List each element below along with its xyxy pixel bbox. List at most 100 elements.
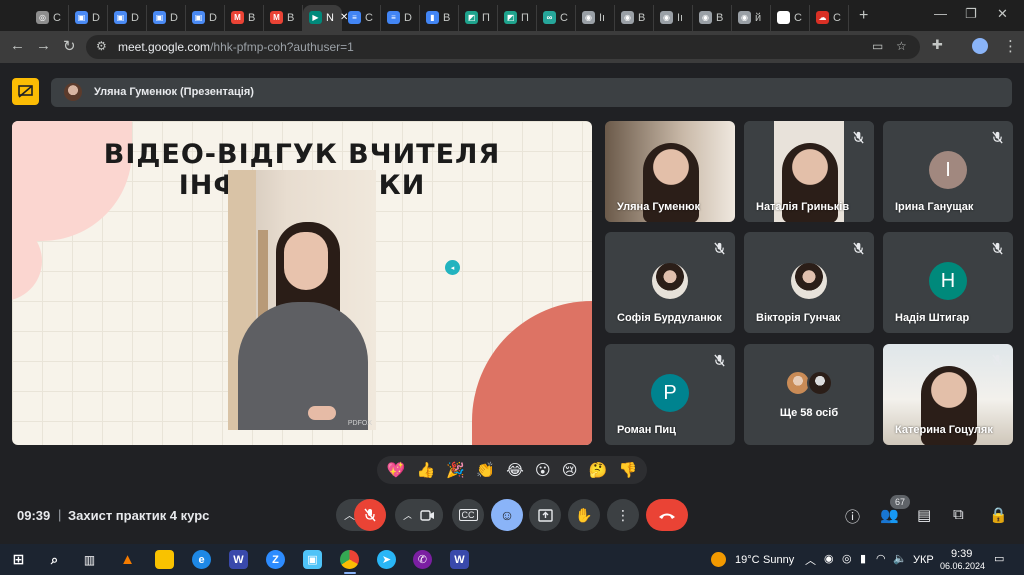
host-controls-icon[interactable]: 🔒 (989, 506, 1008, 524)
reaction-emoji[interactable]: 🎉 (446, 463, 465, 478)
participant-tile[interactable]: Вікторія Гунчак (744, 232, 874, 333)
browser-tab[interactable]: MB (225, 4, 264, 31)
tray-app-icon[interactable]: ◎ (842, 552, 852, 565)
extensions-icon[interactable]: ✚ (932, 37, 943, 53)
teams-icon[interactable]: W (450, 550, 469, 569)
photos-icon[interactable]: ▣ (303, 550, 322, 569)
browser-tab[interactable]: ▣ D (186, 4, 225, 31)
close-window-icon[interactable]: ✕ (997, 6, 1008, 22)
notifications-icon[interactable]: ▭ (994, 552, 1004, 565)
reaction-emoji[interactable]: 💖 (387, 463, 406, 478)
language-indicator[interactable]: УКР (913, 554, 934, 566)
browser-tab[interactable]: ▶ N ✕ (303, 4, 348, 31)
edge-icon[interactable]: e (192, 550, 211, 569)
tab-title: C (833, 11, 841, 24)
reaction-emoji[interactable]: 👍 (417, 463, 436, 478)
meeting-details-icon[interactable]: ⓘ (845, 506, 860, 527)
volume-icon[interactable]: 🔈 (893, 552, 907, 565)
telegram-icon[interactable]: ➤ (377, 550, 396, 569)
participant-tile[interactable]: Уляна Гуменюк (605, 121, 735, 222)
emoji-reactions-button[interactable]: ☺ (491, 499, 523, 531)
chrome-icon[interactable] (340, 550, 359, 569)
search-icon[interactable]: ⌕ (45, 550, 64, 569)
teams-icon[interactable]: W (229, 550, 248, 569)
browser-tab[interactable]: ▮ B (420, 4, 459, 31)
browser-tab[interactable]: ◉ Iı (576, 4, 615, 31)
leave-call-button[interactable] (646, 499, 688, 531)
new-tab-button[interactable]: + (859, 7, 868, 25)
reaction-emoji[interactable]: 👏 (476, 463, 495, 478)
participant-tile[interactable]: Наталія Гриньків (744, 121, 874, 222)
viber-icon[interactable]: ✆ (413, 550, 432, 569)
captions-button[interactable]: CC (452, 499, 484, 531)
browser-tab[interactable]: ∞ C (771, 4, 810, 31)
reaction-emoji[interactable]: 😂 (506, 463, 524, 478)
tray-app-icon[interactable]: ◉ (824, 552, 834, 565)
presentation-stage[interactable]: ВІДЕО-ВІДГУК ВЧИТЕЛЯ ІНФОРМАТИКИ PDFOX ◂ (12, 121, 592, 445)
clock-time[interactable]: 9:39 (951, 548, 972, 560)
vlc-icon[interactable]: ▲ (118, 550, 137, 569)
maximize-icon[interactable]: ❐ (965, 6, 977, 22)
tab-favicon-icon: ▣ (75, 11, 88, 24)
forward-icon[interactable]: → (36, 37, 51, 54)
browser-tab[interactable]: MB (264, 4, 303, 31)
zoom-icon[interactable]: Z (266, 550, 285, 569)
chevron-up-icon[interactable]: ︿ (805, 552, 816, 568)
menu-dots-icon[interactable]: ⋮ (1003, 37, 1018, 55)
profile-avatar[interactable] (972, 38, 988, 54)
reaction-emoji[interactable]: 🤔 (589, 463, 608, 478)
participant-name: Роман Пиц (617, 424, 676, 436)
browser-tab[interactable]: ≡ C (342, 4, 381, 31)
clock-date[interactable]: 06.06.2024 (940, 561, 985, 571)
browser-tab[interactable]: ◉ Iı (654, 4, 693, 31)
activities-icon[interactable]: ⧉ (953, 506, 964, 523)
browser-tab[interactable]: ◉ й (732, 4, 771, 31)
task-view-icon[interactable]: ▥ (80, 550, 99, 569)
browser-tab[interactable]: ▣ D (147, 4, 186, 31)
browser-tab[interactable]: ▣ D (69, 4, 108, 31)
participant-tile[interactable]: Софія Бурдуланюк (605, 232, 735, 333)
reload-icon[interactable]: ↻ (63, 37, 76, 55)
back-icon[interactable]: ← (10, 37, 25, 54)
people-icon[interactable]: 👥 (880, 506, 899, 524)
more-options-button[interactable]: ⋮ (607, 499, 639, 531)
microphone-off-button[interactable] (354, 499, 386, 531)
participant-tile[interactable]: Катерина Гоцуляк (883, 344, 1013, 445)
browser-tab[interactable]: ◩ П (459, 4, 498, 31)
embedded-video[interactable]: PDFOX (228, 170, 376, 430)
camera-in-use-icon[interactable]: ▭ (872, 39, 883, 53)
browser-tab[interactable]: ☁ C (810, 4, 849, 31)
present-screen-button[interactable] (529, 499, 561, 531)
tab-favicon-icon: ◉ (738, 11, 751, 24)
participant-tile[interactable]: H Надія Штигар (883, 232, 1013, 333)
file-explorer-icon[interactable] (155, 550, 174, 569)
reaction-emoji[interactable]: 😢 (562, 463, 578, 478)
presentation-icon[interactable] (12, 78, 39, 105)
site-settings-icon[interactable]: ⚙ (96, 39, 107, 53)
battery-icon[interactable]: ▮ (860, 552, 866, 565)
more-participants-tile[interactable]: Ще 58 осіб (744, 344, 874, 445)
browser-tab[interactable]: ≡ D (381, 4, 420, 31)
reaction-emoji[interactable]: 👎 (619, 463, 638, 478)
meet-header: Уляна Гуменюк (Презентація) (0, 63, 1024, 119)
browser-tab[interactable]: ▣ D (108, 4, 147, 31)
windows-start-icon[interactable]: ⊞ (9, 550, 28, 569)
raise-hand-button[interactable]: ✋ (568, 499, 600, 531)
tab-title: D (404, 11, 412, 24)
reaction-emoji[interactable]: 😮 (535, 463, 551, 478)
participant-tile[interactable]: I Ірина Ганущак (883, 121, 1013, 222)
browser-tab[interactable]: ◉ B (615, 4, 654, 31)
bookmark-star-icon[interactable]: ☆ (896, 39, 907, 53)
chat-icon[interactable]: ▤ (917, 506, 931, 524)
browser-tab[interactable]: ◎ C (30, 4, 69, 31)
participant-avatar (652, 263, 688, 299)
wifi-icon[interactable]: ◠ (876, 552, 886, 565)
browser-tab[interactable]: ◉ B (693, 4, 732, 31)
address-bar[interactable]: ⚙ meet.google.com/hhk-pfmp-coh?authuser=… (86, 35, 920, 59)
browser-tab[interactable]: ◩ П (498, 4, 537, 31)
minimize-icon[interactable]: — (934, 6, 947, 21)
weather-icon[interactable] (711, 552, 726, 567)
browser-tab[interactable]: ∞ C (537, 4, 576, 31)
participant-tile[interactable]: P Роман Пиц (605, 344, 735, 445)
camera-button[interactable] (411, 499, 443, 531)
